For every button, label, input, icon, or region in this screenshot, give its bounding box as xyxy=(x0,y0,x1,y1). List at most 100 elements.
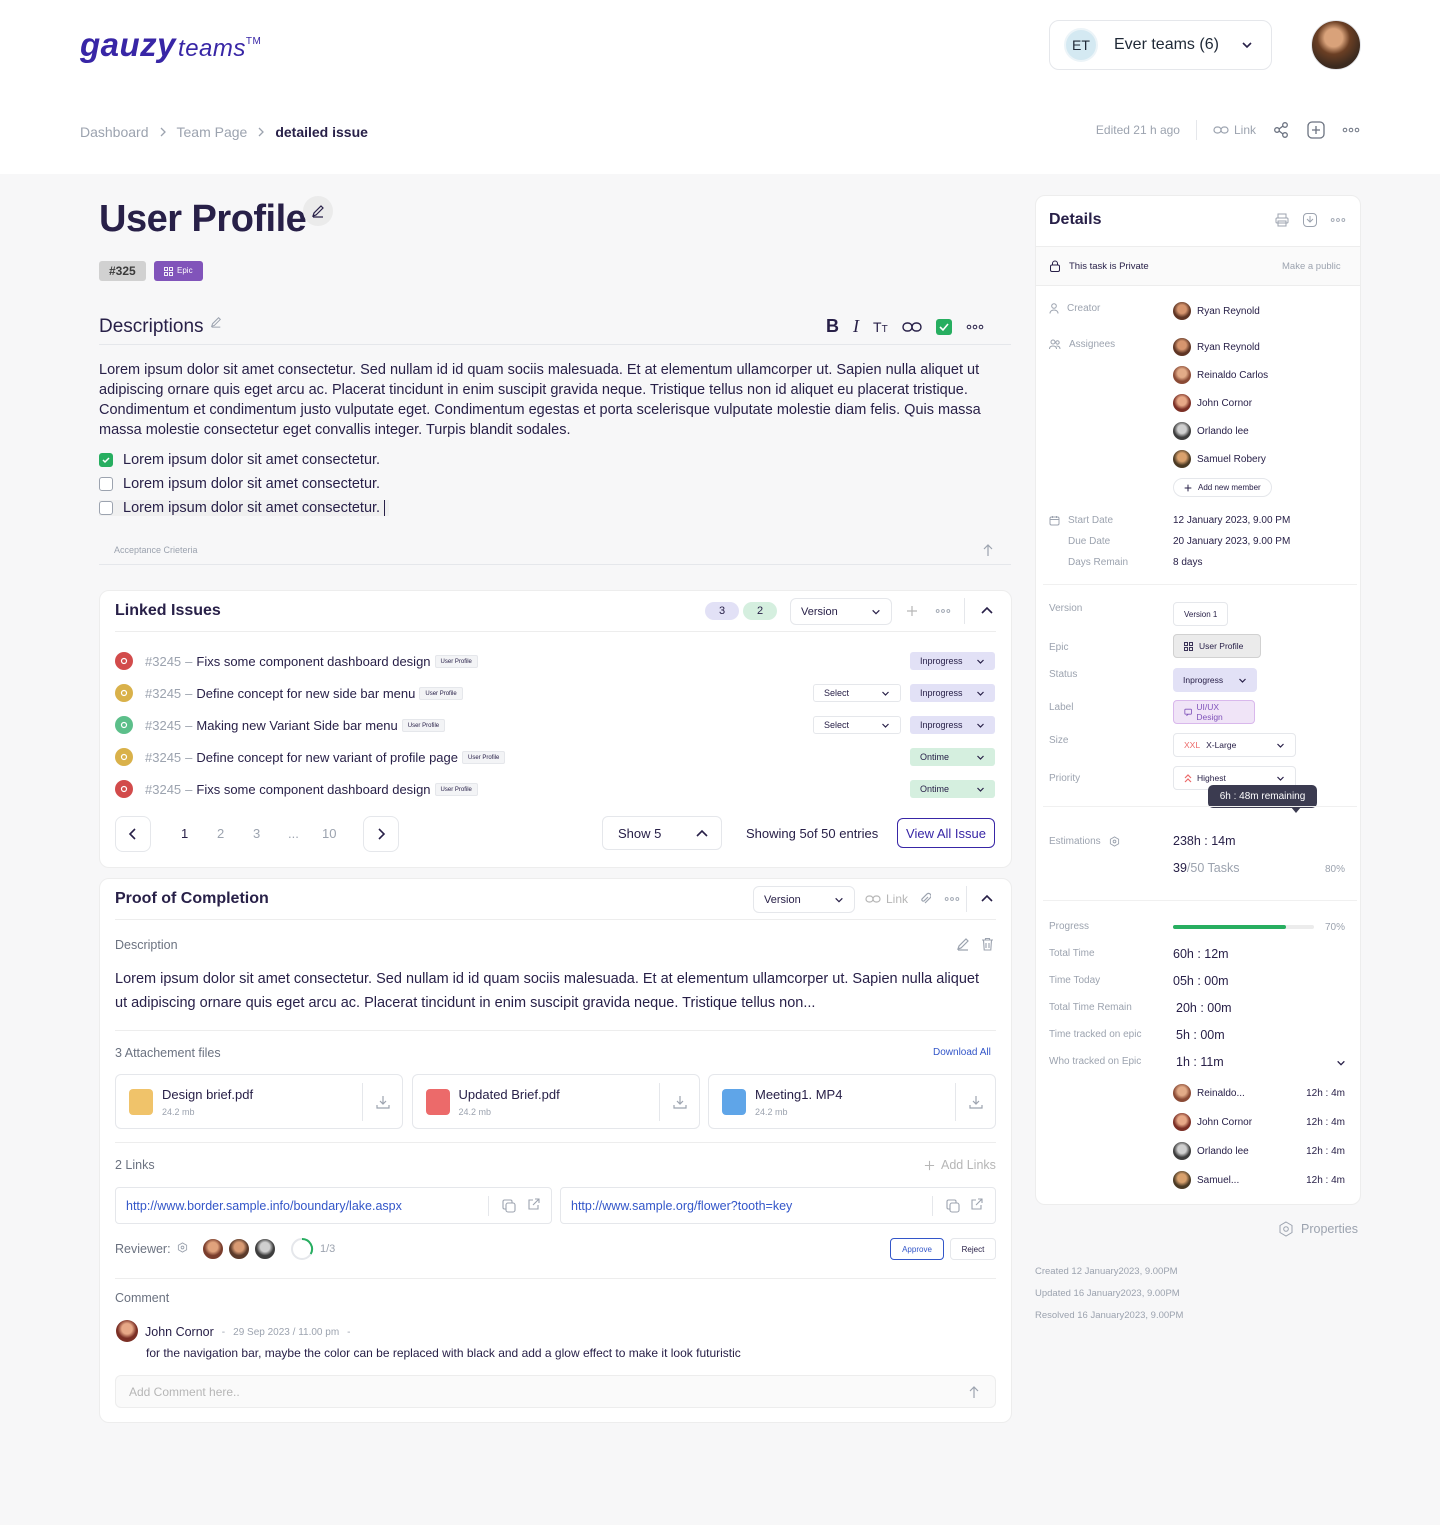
assignee[interactable]: Orlando lee xyxy=(1173,422,1249,440)
external-link-icon[interactable] xyxy=(527,1198,540,1211)
share-icon[interactable] xyxy=(1272,121,1290,139)
checklist-item[interactable]: Lorem ipsum dolor sit amet consectetur. xyxy=(99,476,380,492)
pencil-icon[interactable] xyxy=(956,937,970,951)
send-arrow-icon[interactable] xyxy=(968,1385,980,1399)
issue-status-select[interactable]: Inprogress xyxy=(910,684,995,702)
export-icon[interactable] xyxy=(1302,212,1318,228)
comment-author[interactable]: John Cornor xyxy=(145,1325,214,1339)
issue-type-badge[interactable]: Epic xyxy=(154,261,203,281)
next-page-button[interactable] xyxy=(363,816,399,852)
copy-link-button[interactable]: Link xyxy=(1213,123,1256,137)
tracker-row[interactable]: Samuel... xyxy=(1173,1171,1239,1189)
download-icon[interactable] xyxy=(969,1095,983,1109)
status-select[interactable]: Inprogress xyxy=(1173,668,1257,692)
issue-title[interactable]: Define concept for new side bar menu xyxy=(196,686,415,701)
estimation-value[interactable]: 238h : 14m xyxy=(1173,834,1236,848)
add-member-button[interactable]: Add new member xyxy=(1173,478,1272,497)
checklist-item[interactable]: Lorem ipsum dolor sit amet consectetur. xyxy=(99,500,390,516)
arrow-up-icon[interactable] xyxy=(982,543,994,557)
assignee[interactable]: Samuel Robery xyxy=(1173,450,1266,468)
more-icon[interactable] xyxy=(1342,127,1360,133)
issue-title[interactable]: Fixs some component dashboard design xyxy=(196,654,430,669)
breadcrumb-item-team-page[interactable]: Team Page xyxy=(177,124,248,140)
attachment-card[interactable]: Updated Brief.pdf 24.2 mb xyxy=(411,1074,700,1129)
issue-title[interactable]: Define concept for new variant of profil… xyxy=(196,750,458,765)
page-size-select[interactable]: Show 5 xyxy=(602,816,722,850)
make-public-button[interactable]: Make a public xyxy=(1282,261,1341,272)
page-number[interactable]: 3 xyxy=(253,826,260,841)
assignee[interactable]: Reinaldo Carlos xyxy=(1173,366,1268,384)
team-selector[interactable]: ET Ever teams (6) xyxy=(1049,20,1272,70)
link-url[interactable]: http://www.border.sample.info/boundary/l… xyxy=(126,1199,402,1213)
more-icon[interactable] xyxy=(944,896,960,902)
page-number-active[interactable]: 1 xyxy=(181,826,188,841)
version-field[interactable]: Version 1 xyxy=(1173,602,1229,626)
linked-issue-row[interactable]: #3245– Define concept for new variant of … xyxy=(115,747,506,767)
version-select[interactable]: Version xyxy=(753,886,855,913)
italic-button[interactable]: I xyxy=(853,316,859,337)
app-logo[interactable]: gauzyteamsTM xyxy=(80,26,261,64)
download-icon[interactable] xyxy=(672,1095,687,1109)
download-all-link[interactable]: Download All xyxy=(933,1047,991,1058)
issue-number[interactable]: #3245 xyxy=(145,750,181,765)
tracker-row[interactable]: Orlando lee xyxy=(1173,1142,1249,1160)
paperclip-icon[interactable] xyxy=(919,892,931,906)
add-icon[interactable] xyxy=(1306,120,1326,140)
assignee[interactable]: John Cornor xyxy=(1173,394,1252,412)
trash-icon[interactable] xyxy=(981,937,994,951)
plus-icon[interactable] xyxy=(906,605,918,617)
issue-assign-select[interactable]: Select xyxy=(813,684,901,702)
assignee[interactable]: Ryan Reynold xyxy=(1173,338,1260,356)
chevron-up-icon[interactable] xyxy=(980,893,994,903)
comment-author-avatar[interactable] xyxy=(116,1320,138,1342)
version-select[interactable]: Version xyxy=(790,598,892,625)
page-number[interactable]: 2 xyxy=(217,826,224,841)
reviewer-avatar[interactable] xyxy=(253,1237,277,1261)
issue-number[interactable]: #3245 xyxy=(145,654,181,669)
acceptance-criteria-label[interactable]: Acceptance Crieteria xyxy=(114,545,198,555)
issue-status-select[interactable]: Inprogress xyxy=(910,716,995,734)
file-name[interactable]: Design brief.pdf xyxy=(162,1087,253,1102)
link-url[interactable]: http://www.sample.org/flower?tooth=key xyxy=(571,1199,792,1213)
download-icon[interactable] xyxy=(376,1095,390,1109)
description-body[interactable]: Lorem ipsum dolor sit amet consectetur. … xyxy=(99,360,999,440)
link-icon[interactable] xyxy=(901,321,922,333)
checklist-icon[interactable] xyxy=(935,318,952,335)
tracker-row[interactable]: John Cornor xyxy=(1173,1113,1252,1131)
link-item[interactable]: http://www.border.sample.info/boundary/l… xyxy=(115,1187,552,1224)
copy-link-button[interactable]: Link xyxy=(865,892,908,906)
properties-button[interactable]: Properties xyxy=(1278,1221,1358,1237)
pencil-icon[interactable] xyxy=(210,316,222,328)
issue-number[interactable]: #3245 xyxy=(145,686,181,701)
issue-number[interactable]: #3245 xyxy=(145,782,181,797)
linked-issue-row[interactable]: #3245– Fixs some component dashboard desi… xyxy=(115,651,478,671)
copy-icon[interactable] xyxy=(946,1199,960,1213)
print-icon[interactable] xyxy=(1275,213,1289,227)
comment-input[interactable]: Add Comment here.. xyxy=(115,1375,996,1408)
external-link-icon[interactable] xyxy=(970,1198,983,1211)
issue-status-select[interactable]: Ontime xyxy=(910,780,995,798)
creator[interactable]: Ryan Reynold xyxy=(1173,302,1260,320)
size-select[interactable]: XXL X-Large xyxy=(1173,733,1296,757)
linked-issue-row[interactable]: #3245– Define concept for new side bar me… xyxy=(115,683,463,703)
more-icon[interactable] xyxy=(966,324,984,330)
attachment-card[interactable]: Design brief.pdf 24.2 mb xyxy=(115,1074,403,1129)
edit-title-button[interactable] xyxy=(303,196,333,226)
epic-field[interactable]: User Profile xyxy=(1173,634,1261,658)
breadcrumb-item-dashboard[interactable]: Dashboard xyxy=(80,124,149,140)
reviewer-avatar[interactable] xyxy=(201,1237,225,1261)
more-icon[interactable] xyxy=(1330,217,1346,223)
linked-issue-row[interactable]: #3245– Fixs some component dashboard desi… xyxy=(115,779,478,799)
chevron-up-icon[interactable] xyxy=(980,605,994,615)
approve-button[interactable]: Approve xyxy=(890,1238,944,1260)
text-size-button[interactable]: TT xyxy=(873,319,888,335)
bold-button[interactable]: B xyxy=(826,316,839,337)
copy-icon[interactable] xyxy=(502,1199,516,1213)
start-date[interactable]: 12 January 2023, 9.00 PM xyxy=(1173,515,1290,526)
checkbox[interactable] xyxy=(99,477,113,491)
reject-button[interactable]: Reject xyxy=(950,1238,996,1260)
issue-status-select[interactable]: Inprogress xyxy=(910,652,995,670)
link-item[interactable]: http://www.sample.org/flower?tooth=key xyxy=(560,1187,996,1224)
file-name[interactable]: Meeting1. MP4 xyxy=(755,1087,842,1102)
chevron-down-icon[interactable] xyxy=(1336,1058,1346,1068)
